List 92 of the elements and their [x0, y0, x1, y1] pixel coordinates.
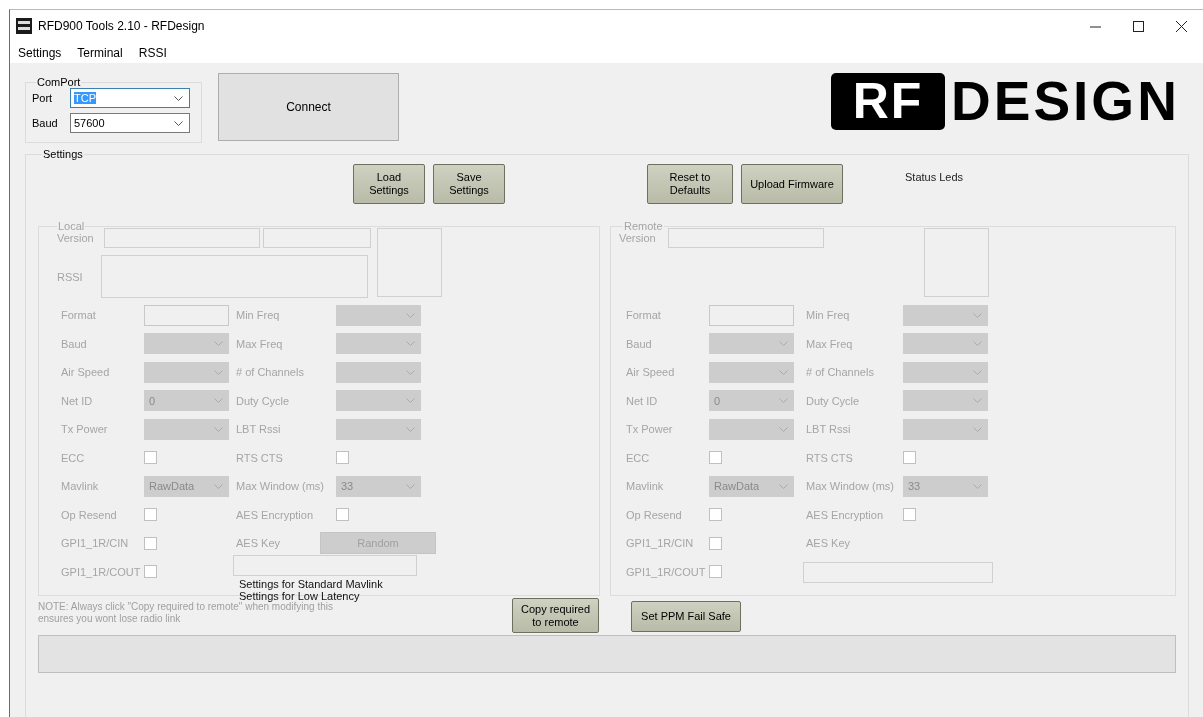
- status-led-box: [924, 228, 989, 297]
- field-label: Version: [57, 232, 95, 244]
- field-label: GPI1_1R/COUT: [61, 565, 142, 578]
- field-label: # of Channels: [806, 366, 875, 379]
- chevron-icon: [214, 369, 223, 375]
- field-label: Baud: [626, 337, 653, 350]
- field-label: Max Freq: [236, 337, 284, 350]
- field-label: Mavlink: [626, 480, 665, 493]
- chevron-icon: [779, 369, 788, 375]
- field-label: RSSI: [57, 270, 84, 283]
- field-label: GPI1_1R/COUT: [626, 565, 707, 578]
- field-label: Version: [619, 232, 657, 244]
- menu-item[interactable]: Terminal: [69, 45, 131, 60]
- maximize-icon: [1133, 20, 1144, 32]
- field-label: Net ID: [626, 394, 659, 407]
- chevron-icon: [174, 120, 183, 126]
- field-label: Air Speed: [626, 366, 676, 379]
- field-label: LBT Rssi: [236, 423, 282, 436]
- ppm-button[interactable]: Set PPM Fail Safe: [631, 601, 741, 632]
- action-button[interactable]: Upload Firmware: [741, 164, 843, 204]
- chevron-icon: [779, 483, 788, 489]
- field-label: Min Freq: [236, 309, 281, 322]
- field-label: Op Resend: [626, 508, 683, 521]
- action-button[interactable]: Load Settings: [353, 164, 425, 204]
- field-label: Op Resend: [61, 508, 118, 521]
- field-label: Tx Power: [626, 423, 674, 436]
- close-icon: [1176, 20, 1187, 32]
- chevron-icon: [214, 483, 223, 489]
- chevron-icon: [406, 312, 415, 318]
- field-label: Max Window (ms): [236, 480, 325, 493]
- connect-button[interactable]: Connect: [218, 73, 399, 141]
- field-label: Format: [61, 309, 97, 322]
- menu-item[interactable]: Settings: [10, 45, 70, 60]
- field-label: Min Freq: [806, 309, 851, 322]
- field-label: RTS CTS: [806, 451, 854, 464]
- group-title: Remote: [623, 220, 664, 232]
- window-title: RFD900 Tools 2.10 - RFDesign: [38, 19, 205, 33]
- chevron-icon: [406, 398, 415, 404]
- logo-badge: RF: [831, 73, 945, 130]
- field-label: Baud: [32, 117, 59, 129]
- chevron-icon: [973, 341, 982, 347]
- field-label: Duty Cycle: [236, 394, 291, 407]
- chevron-icon: [214, 426, 223, 432]
- field-label: AES Encryption: [236, 508, 315, 521]
- chevron-icon: [973, 398, 982, 404]
- chevron-icon: [214, 341, 223, 347]
- status-leds-label: Status Leds: [905, 171, 964, 183]
- field-label: AES Key: [236, 537, 282, 550]
- chevron-icon: [406, 426, 415, 432]
- field-label: Air Speed: [61, 366, 111, 379]
- chevron-icon: [406, 369, 415, 375]
- chevron-icon: [779, 426, 788, 432]
- field-label: # of Channels: [236, 366, 305, 379]
- dropdown[interactable]: 57600: [70, 113, 190, 133]
- action-button[interactable]: Reset to Defaults: [647, 164, 733, 204]
- field-label: RTS CTS: [236, 451, 284, 464]
- menu-item[interactable]: RSSI: [130, 45, 175, 60]
- field-label: Max Freq: [806, 337, 854, 350]
- field-label: AES Encryption: [806, 508, 885, 521]
- field-label: Mavlink: [61, 480, 100, 493]
- field-label: GPI1_1R/CIN: [61, 537, 130, 550]
- chevron-icon: [973, 426, 982, 432]
- chevron-icon: [406, 483, 415, 489]
- status-led-box: [377, 228, 442, 297]
- field-label: AES Key: [806, 537, 852, 550]
- chevron-icon: [779, 341, 788, 347]
- field-label: Format: [626, 309, 662, 322]
- chevron-icon: [973, 483, 982, 489]
- chevron-icon: [973, 369, 982, 375]
- action-button[interactable]: Save Settings: [433, 164, 505, 204]
- field-label: Baud: [61, 337, 88, 350]
- field-label: ECC: [61, 451, 86, 464]
- logo-wordmark: DESIGN: [951, 73, 1181, 130]
- note-text: NOTE: Always click "Copy required to remote" when modifying this ensures you wont lose radio link: [38, 601, 333, 625]
- field-label: LBT Rssi: [806, 423, 852, 436]
- field-label: GPI1_1R/CIN: [626, 537, 695, 550]
- group-title: Settings: [42, 148, 84, 160]
- group-title: Local: [57, 220, 86, 232]
- field-label: Tx Power: [61, 423, 109, 436]
- field-label: ECC: [626, 451, 651, 464]
- field-label: Net ID: [61, 394, 94, 407]
- field-label: Duty Cycle: [806, 394, 861, 407]
- chevron-icon: [779, 398, 788, 404]
- copy-button[interactable]: Copy required to remote: [512, 598, 599, 633]
- app-icon: [16, 18, 32, 34]
- field-label: Port: [32, 92, 54, 104]
- chevron-icon: [214, 398, 223, 404]
- field-label: Max Window (ms): [806, 480, 895, 493]
- chevron-icon: [973, 312, 982, 318]
- chevron-icon: [174, 95, 183, 101]
- group-title: ComPort: [36, 76, 82, 88]
- chevron-icon: [406, 341, 415, 347]
